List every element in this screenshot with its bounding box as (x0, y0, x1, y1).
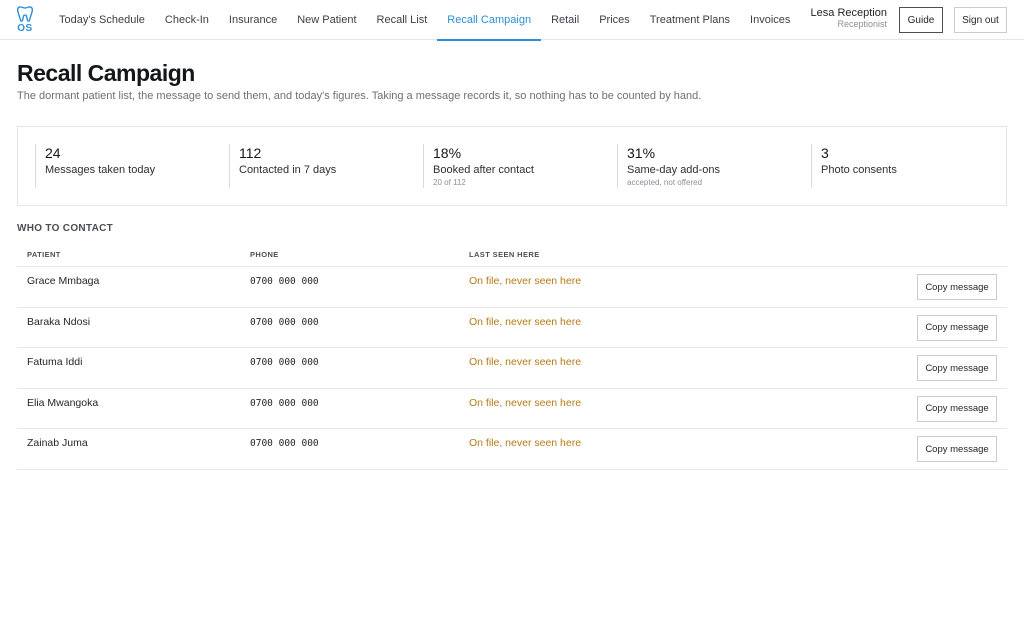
column-header-phone: PHONE (250, 250, 279, 259)
logo-text: OS (17, 23, 33, 34)
stat-note: accepted, not offered (627, 178, 703, 187)
stat-value: 3 (821, 145, 829, 161)
page-subtitle: The dormant patient list, the message to… (17, 90, 702, 102)
copy-message-button[interactable]: Copy message (917, 395, 997, 422)
column-header-patient: PATIENT (27, 250, 61, 259)
patient-name: Elia Mwangoka (27, 396, 99, 409)
table-row: Baraka Ndosi 0700 000 000 On file, never… (17, 308, 1007, 348)
stat-label: Messages taken today (45, 164, 156, 176)
table-row: Fatuma Iddi 0700 000 000 On file, never … (17, 348, 1007, 389)
stat-photo-consents: 3 Photo consents (811, 144, 897, 188)
table-header: PATIENT PHONE LAST SEEN HERE (17, 244, 1007, 267)
patient-phone: 0700 000 000 (250, 276, 319, 287)
section-title: WHO TO CONTACT (17, 223, 114, 234)
copy-message-button[interactable]: Copy message (917, 314, 997, 341)
patient-name: Grace Mmbaga (27, 275, 100, 287)
nav-new-patient[interactable]: New Patient (287, 0, 366, 40)
copy-message-button[interactable]: Copy message (917, 274, 997, 300)
nav-insurance[interactable]: Insurance (219, 0, 287, 40)
table-row: Elia Mwangoka 0700 000 000 On file, neve… (17, 389, 1007, 429)
stat-contacted: 112 Contacted in 7 days (229, 144, 336, 188)
stat-label: Same-day add-ons (627, 164, 720, 176)
stat-value: 31% (627, 145, 656, 161)
guide-button[interactable]: Guide (899, 7, 943, 33)
top-navigation-bar: OS Today's Schedule Check-In Insurance N… (0, 0, 1024, 41)
nav-retail[interactable]: Retail (541, 0, 589, 40)
main-nav: Today's Schedule Check-In Insurance New … (49, 0, 800, 41)
nav-prices[interactable]: Prices (589, 0, 640, 40)
stat-messages-taken: 24 Messages taken today (35, 144, 155, 188)
patient-name: Zainab Juma (27, 437, 88, 449)
tooth-icon (16, 6, 34, 22)
stat-label: Booked after contact (433, 164, 534, 176)
copy-message-button[interactable]: Copy message (917, 436, 997, 462)
nav-invoices[interactable]: Invoices (740, 0, 800, 40)
patient-phone: 0700 000 000 (250, 438, 319, 449)
stat-note: 20 of 112 (433, 178, 466, 187)
sign-out-button[interactable]: Sign out (954, 7, 1007, 33)
table-row: Zainab Juma 0700 000 000 On file, never … (17, 429, 1007, 470)
table-row: Grace Mmbaga 0700 000 000 On file, never… (17, 267, 1007, 308)
stat-label: Contacted in 7 days (239, 164, 337, 176)
last-seen-status: On file, never seen here (469, 315, 582, 328)
contact-table: PATIENT PHONE LAST SEEN HERE Grace Mmbag… (17, 244, 1007, 470)
stat-same-day-add-ons: 31% Same-day add-ons accepted, not offer… (617, 144, 720, 188)
nav-recall-campaign[interactable]: Recall Campaign (437, 0, 541, 41)
last-seen-status: On file, never seen here (469, 396, 582, 409)
user-role: Receptionist (837, 19, 887, 29)
nav-check-in[interactable]: Check-In (155, 0, 219, 40)
last-seen-status: On file, never seen here (469, 356, 582, 368)
app-logo[interactable]: OS (15, 5, 35, 35)
stat-value: 18% (433, 145, 462, 161)
nav-todays-schedule[interactable]: Today's Schedule (49, 0, 155, 40)
patient-phone: 0700 000 000 (250, 357, 319, 368)
patient-name: Fatuma Iddi (27, 356, 83, 368)
stats-card: 24 Messages taken today 112 Contacted in… (17, 126, 1007, 206)
patient-phone: 0700 000 000 (250, 316, 319, 328)
last-seen-status: On file, never seen here (469, 437, 582, 449)
stat-booked-after-contact: 18% Booked after contact 20 of 112 (423, 144, 534, 188)
stat-value: 112 (239, 145, 262, 161)
stat-value: 24 (45, 145, 61, 161)
page-title: Recall Campaign (17, 60, 195, 86)
user-name: Lesa Reception (810, 7, 887, 19)
copy-message-button[interactable]: Copy message (917, 355, 997, 381)
stat-label: Photo consents (821, 164, 897, 176)
last-seen-status: On file, never seen here (469, 275, 582, 287)
patient-phone: 0700 000 000 (250, 397, 319, 409)
nav-treatment-plans[interactable]: Treatment Plans (640, 0, 740, 40)
patient-name: Baraka Ndosi (27, 315, 91, 328)
nav-recall-list[interactable]: Recall List (367, 0, 438, 40)
column-header-last-seen: LAST SEEN HERE (469, 250, 540, 259)
current-user: Lesa Reception Receptionist (811, 8, 887, 30)
